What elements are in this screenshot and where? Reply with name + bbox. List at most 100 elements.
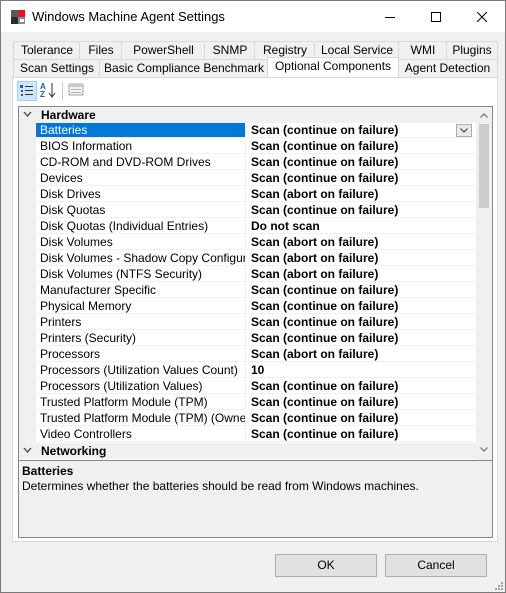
tab-wmi[interactable]: WMI [398,41,448,59]
property-value[interactable]: Scan (continue on failure) [246,139,476,154]
close-button[interactable] [459,1,505,32]
property-value[interactable]: Scan (continue on failure) [246,203,476,218]
property-row[interactable]: Devices Scan (continue on failure) [19,171,476,187]
collapse-chevron-icon[interactable] [23,446,32,455]
property-name[interactable]: Disk Quotas (Individual Entries) [36,219,246,234]
property-name[interactable]: Disk Drives [36,187,246,202]
row-gutter [19,139,36,155]
categorized-view-button[interactable] [17,81,37,101]
property-name[interactable]: Disk Volumes (NTFS Security) [36,267,246,282]
property-name[interactable]: Devices [36,171,246,186]
property-name[interactable]: Processors [36,347,246,362]
tab-agent-detection[interactable]: Agent Detection [397,59,498,77]
tab-optional-components[interactable]: Optional Components [267,57,399,77]
property-value[interactable]: Scan (continue on failure) [246,315,476,330]
row-gutter [19,123,36,139]
scroll-up-button[interactable] [476,107,492,123]
property-value[interactable]: Scan (continue on failure) [246,379,476,394]
property-row[interactable]: BIOS Information Scan (continue on failu… [19,139,476,155]
tab-tolerance[interactable]: Tolerance [13,41,81,59]
property-name[interactable]: Printers (Security) [36,331,246,346]
property-name[interactable]: Disk Volumes [36,235,246,250]
property-row[interactable]: Physical Memory Scan (continue on failur… [19,299,476,315]
property-value[interactable]: 10 [246,363,476,378]
property-value[interactable]: Scan (continue on failure) [246,411,476,426]
value-dropdown-button[interactable] [456,124,472,137]
property-value[interactable]: Scan (continue on failure) [246,395,476,410]
cancel-button[interactable]: Cancel [385,554,487,577]
property-value[interactable]: Scan (continue on failure) [246,427,476,442]
scroll-down-button[interactable] [476,441,492,457]
tab-plugins[interactable]: Plugins [446,41,498,59]
ok-button[interactable]: OK [275,554,377,577]
scroll-thumb[interactable] [479,124,489,208]
row-gutter [19,395,36,411]
category-networking[interactable]: Networking [19,443,476,459]
property-name[interactable]: CD-ROM and DVD-ROM Drives [36,155,246,170]
property-name[interactable]: Processors (Utilization Values Count) [36,363,246,378]
property-row[interactable]: Disk Volumes Scan (abort on failure) [19,235,476,251]
property-name[interactable]: Trusted Platform Module (TPM) (Owner Pas [36,411,246,426]
categorized-view-icon [20,85,33,96]
row-gutter [19,187,36,203]
property-name[interactable]: Manufacturer Specific [36,283,246,298]
property-value[interactable]: Do not scan [246,219,476,234]
tab-files[interactable]: Files [79,41,123,59]
property-value[interactable]: Scan (abort on failure) [246,187,476,202]
property-value[interactable]: Scan (continue on failure) [246,331,476,346]
property-value[interactable]: Scan (continue on failure) [246,299,476,314]
property-value[interactable]: Scan (abort on failure) [246,267,476,282]
property-value[interactable]: Scan (abort on failure) [246,251,476,266]
property-row[interactable]: Disk Volumes (NTFS Security) Scan (abort… [19,267,476,283]
minimize-button[interactable] [367,1,413,32]
row-gutter [19,315,36,331]
property-value[interactable]: Scan (continue on failure) [246,155,476,170]
tab-basic-compliance-benchmark[interactable]: Basic Compliance Benchmark [99,59,269,77]
title-bar[interactable]: Windows Machine Agent Settings [1,1,505,32]
property-name[interactable]: Disk Volumes - Shadow Copy Configuration [36,251,246,266]
property-row[interactable]: Disk Volumes - Shadow Copy Configuration… [19,251,476,267]
property-row[interactable]: Disk Drives Scan (abort on failure) [19,187,476,203]
property-name[interactable]: Batteries [36,123,246,138]
property-name[interactable]: Disk Quotas [36,203,246,218]
property-value[interactable]: Scan (continue on failure) [246,171,476,186]
property-row[interactable]: Processors Scan (abort on failure) [19,347,476,363]
property-row[interactable]: CD-ROM and DVD-ROM Drives Scan (continue… [19,155,476,171]
maximize-button[interactable] [413,1,459,32]
svg-text:Z: Z [40,90,45,99]
property-name[interactable]: Trusted Platform Module (TPM) [36,395,246,410]
property-row[interactable]: Disk Quotas (Individual Entries) Do not … [19,219,476,235]
close-icon [477,11,487,22]
property-name[interactable]: Printers [36,315,246,330]
tab-scan-settings[interactable]: Scan Settings [13,59,101,77]
property-row[interactable]: Manufacturer Specific Scan (continue on … [19,283,476,299]
alphabetical-sort-button[interactable]: A Z [39,81,59,101]
property-row[interactable]: Trusted Platform Module (TPM) (Owner Pas… [19,411,476,427]
row-gutter [19,411,36,427]
property-value[interactable]: Scan (abort on failure) [246,347,476,362]
property-row[interactable]: Disk Quotas Scan (continue on failure) [19,203,476,219]
property-name[interactable]: BIOS Information [36,139,246,154]
property-row[interactable]: Video Controllers Scan (continue on fail… [19,427,476,443]
collapse-chevron-icon[interactable] [23,110,32,119]
property-name[interactable]: Video Controllers [36,427,246,442]
property-pages-button[interactable] [67,81,87,101]
property-row[interactable]: Processors (Utilization Values) Scan (co… [19,379,476,395]
property-row[interactable]: Printers (Security) Scan (continue on fa… [19,331,476,347]
category-hardware[interactable]: Hardware [19,107,476,123]
category-label: Networking [41,444,107,458]
property-row[interactable]: Batteries Scan (continue on failure) [19,123,476,139]
resize-grip-icon[interactable] [493,580,503,590]
property-value[interactable]: Scan (continue on failure) [246,283,476,298]
property-name[interactable]: Physical Memory [36,299,246,314]
property-name[interactable]: Processors (Utilization Values) [36,379,246,394]
property-value[interactable]: Scan (continue on failure) [246,123,476,138]
property-value[interactable]: Scan (abort on failure) [246,235,476,250]
tab-snmp[interactable]: SNMP [204,41,256,59]
property-row[interactable]: Trusted Platform Module (TPM) Scan (cont… [19,395,476,411]
row-gutter [19,203,36,219]
property-pages-icon [68,83,84,96]
tab-powershell[interactable]: PowerShell [121,41,206,59]
property-row[interactable]: Printers Scan (continue on failure) [19,315,476,331]
property-row[interactable]: Processors (Utilization Values Count) 10 [19,363,476,379]
